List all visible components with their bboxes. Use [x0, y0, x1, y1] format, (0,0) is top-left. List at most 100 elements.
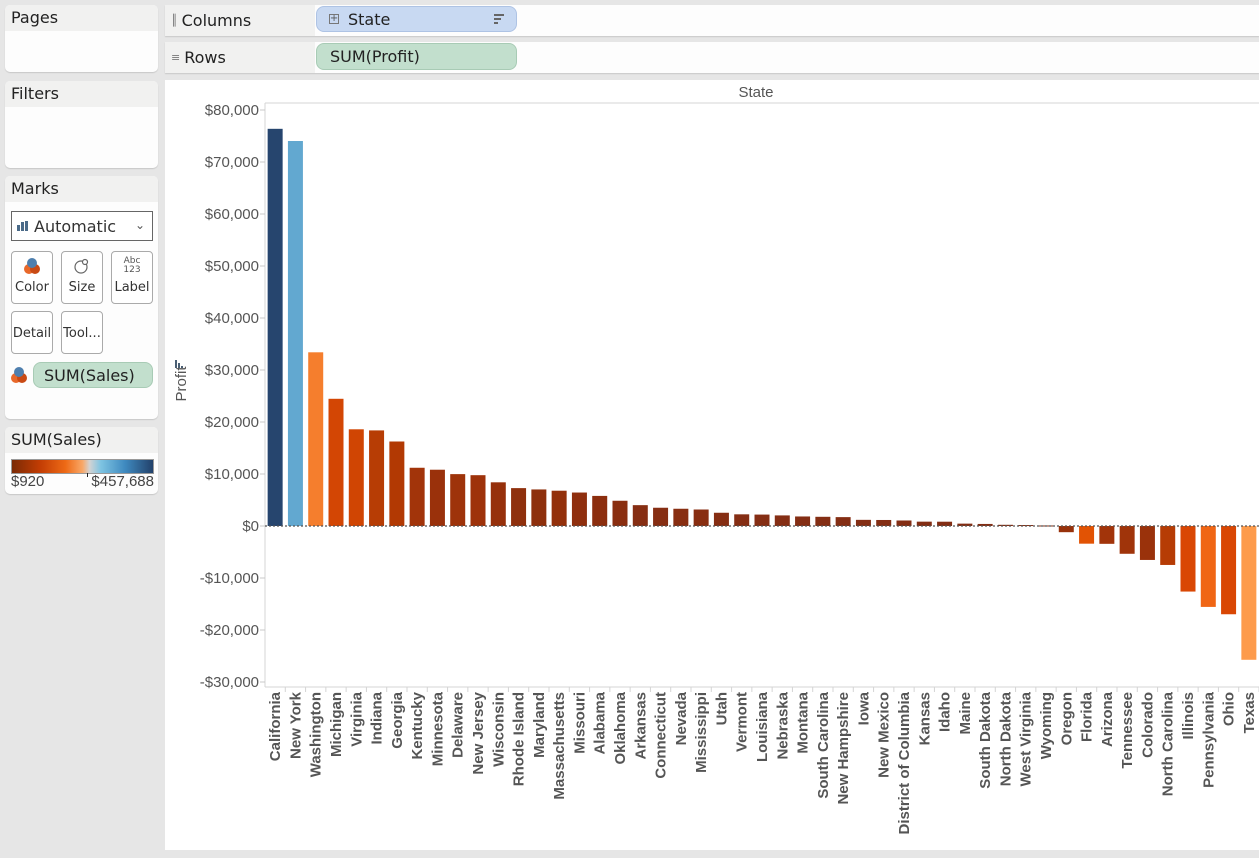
bar-iowa[interactable]	[855, 519, 871, 526]
bar-washington[interactable]	[308, 352, 324, 526]
columns-label-text: Columns	[181, 11, 252, 30]
detail-button[interactable]: Detail	[11, 311, 53, 354]
bar-arkansas[interactable]	[632, 505, 648, 526]
bar-new-york[interactable]	[287, 140, 303, 526]
bar-utah[interactable]	[713, 512, 729, 526]
bar-vermont[interactable]	[734, 514, 750, 526]
x-tick-label: Wyoming	[1038, 692, 1055, 759]
bar-louisiana[interactable]	[754, 514, 770, 526]
x-tick-label: Oklahoma	[612, 691, 629, 764]
bar-mississippi[interactable]	[693, 509, 709, 526]
size-icon	[62, 257, 102, 275]
x-tick-label: Missouri	[571, 692, 588, 754]
size-button[interactable]: Size	[61, 251, 103, 304]
y-tick-label: $20,000	[205, 414, 259, 431]
x-tick-label: Vermont	[734, 692, 751, 752]
bar-arizona[interactable]	[1099, 526, 1115, 544]
bar-indiana[interactable]	[369, 430, 385, 526]
label-label: Label	[114, 280, 150, 295]
x-tick-label: South Dakota	[977, 691, 994, 788]
bar-virginia[interactable]	[348, 429, 364, 526]
bar-florida[interactable]	[1079, 526, 1095, 544]
bar-california[interactable]	[267, 128, 283, 527]
columns-shelf[interactable]: ║​ Columns + State	[165, 5, 1259, 36]
x-tick-label: Mississippi	[693, 692, 710, 773]
x-tick-label: Wisconsin	[490, 692, 507, 767]
x-tick-label: Delaware	[450, 692, 467, 758]
bar-new-hampshire[interactable]	[835, 517, 851, 526]
legend-title: SUM(Sales)	[5, 427, 158, 453]
bar-kentucky[interactable]	[409, 467, 425, 526]
sum-profit-pill[interactable]: SUM(Profit)	[316, 43, 517, 70]
bar-nevada[interactable]	[673, 508, 689, 526]
bar-wisconsin[interactable]	[490, 482, 506, 526]
x-tick-label: New York	[287, 691, 304, 759]
filters-card[interactable]: Filters	[5, 81, 158, 168]
x-tick-label: Illinois	[1180, 692, 1197, 740]
label-button[interactable]: Abc 123 Label	[111, 251, 153, 304]
bar-colorado[interactable]	[1139, 526, 1155, 560]
mark-type-dropdown[interactable]: Automatic ⌄	[11, 211, 153, 241]
bar-delaware[interactable]	[450, 474, 466, 526]
bar-minnesota[interactable]	[429, 469, 445, 526]
bar-alabama[interactable]	[592, 495, 608, 526]
y-tick-label: $60,000	[205, 206, 259, 223]
bar-ohio[interactable]	[1221, 526, 1237, 615]
color-button[interactable]: Color	[11, 251, 53, 304]
tooltip-button[interactable]: Tool...	[61, 311, 103, 354]
state-pill[interactable]: + State	[316, 6, 517, 32]
bar-new-jersey[interactable]	[470, 475, 486, 526]
bar-illinois[interactable]	[1180, 526, 1196, 592]
y-tick-label: $0	[242, 518, 259, 535]
bar-missouri[interactable]	[571, 492, 587, 526]
x-tick-label: North Carolina	[1160, 691, 1177, 796]
y-tick-label: $80,000	[205, 102, 259, 119]
bar-texas[interactable]	[1241, 526, 1257, 660]
mark-type-value: Automatic	[34, 216, 117, 236]
y-tick-label: $10,000	[205, 466, 259, 483]
x-tick-label: Nebraska	[774, 691, 791, 759]
bar-georgia[interactable]	[389, 441, 405, 527]
legend-max-label: $457,688	[91, 473, 154, 490]
x-tick-label: Washington	[308, 692, 325, 777]
bar-nebraska[interactable]	[774, 515, 790, 526]
viz-area: State $80,000 $70,000 $60,000 $50,000 $40,00…	[165, 80, 1259, 850]
bar-michigan[interactable]	[328, 398, 344, 526]
y-tick-label: $30,000	[205, 362, 259, 379]
x-tick-label: Kentucky	[409, 691, 426, 759]
bar-rhode-island[interactable]	[511, 488, 527, 526]
x-tick-label: Massachusetts	[551, 692, 568, 800]
bar-montana[interactable]	[795, 516, 811, 526]
x-tick-label: South Carolina	[815, 691, 832, 798]
bar-maryland[interactable]	[531, 489, 547, 526]
y-tick-label: -$10,000	[200, 570, 259, 587]
x-tick-label: Arkansas	[632, 692, 649, 760]
x-tick-label: Maryland	[531, 692, 548, 758]
bar-tennessee[interactable]	[1119, 526, 1135, 554]
bar-oregon[interactable]	[1058, 526, 1074, 533]
rows-shelf[interactable]: ≡ Rows SUM(Profit)	[165, 42, 1259, 73]
sort-descending-icon[interactable]	[494, 14, 504, 26]
sort-icon[interactable]	[175, 360, 183, 368]
x-tick-label: Kansas	[916, 692, 933, 745]
filters-title: Filters	[5, 81, 158, 107]
color-legend-card: SUM(Sales) $920 $457,688	[5, 427, 158, 494]
legend-min-label: $920	[11, 473, 45, 490]
bar-south-carolina[interactable]	[815, 516, 831, 526]
bar-connecticut[interactable]	[653, 507, 669, 526]
bar-kansas[interactable]	[916, 521, 932, 526]
expand-plus-icon[interactable]: +	[329, 14, 339, 24]
bar-oklahoma[interactable]	[612, 500, 628, 526]
bar-pennsylvania[interactable]	[1200, 526, 1216, 607]
pages-title: Pages	[5, 5, 158, 31]
bar-north-carolina[interactable]	[1160, 526, 1176, 565]
color-circles-icon	[12, 257, 52, 275]
sum-sales-pill[interactable]: SUM(Sales)	[33, 362, 153, 388]
bar-massachusetts[interactable]	[551, 490, 567, 526]
y-tick-label: $70,000	[205, 154, 259, 171]
y-tick-label: -$30,000	[200, 674, 259, 691]
bar-idaho[interactable]	[937, 521, 953, 526]
bar-new-mexico[interactable]	[876, 519, 892, 526]
bar-district-of-columbia[interactable]	[896, 520, 912, 526]
x-tick-label: Ohio	[1221, 692, 1238, 726]
